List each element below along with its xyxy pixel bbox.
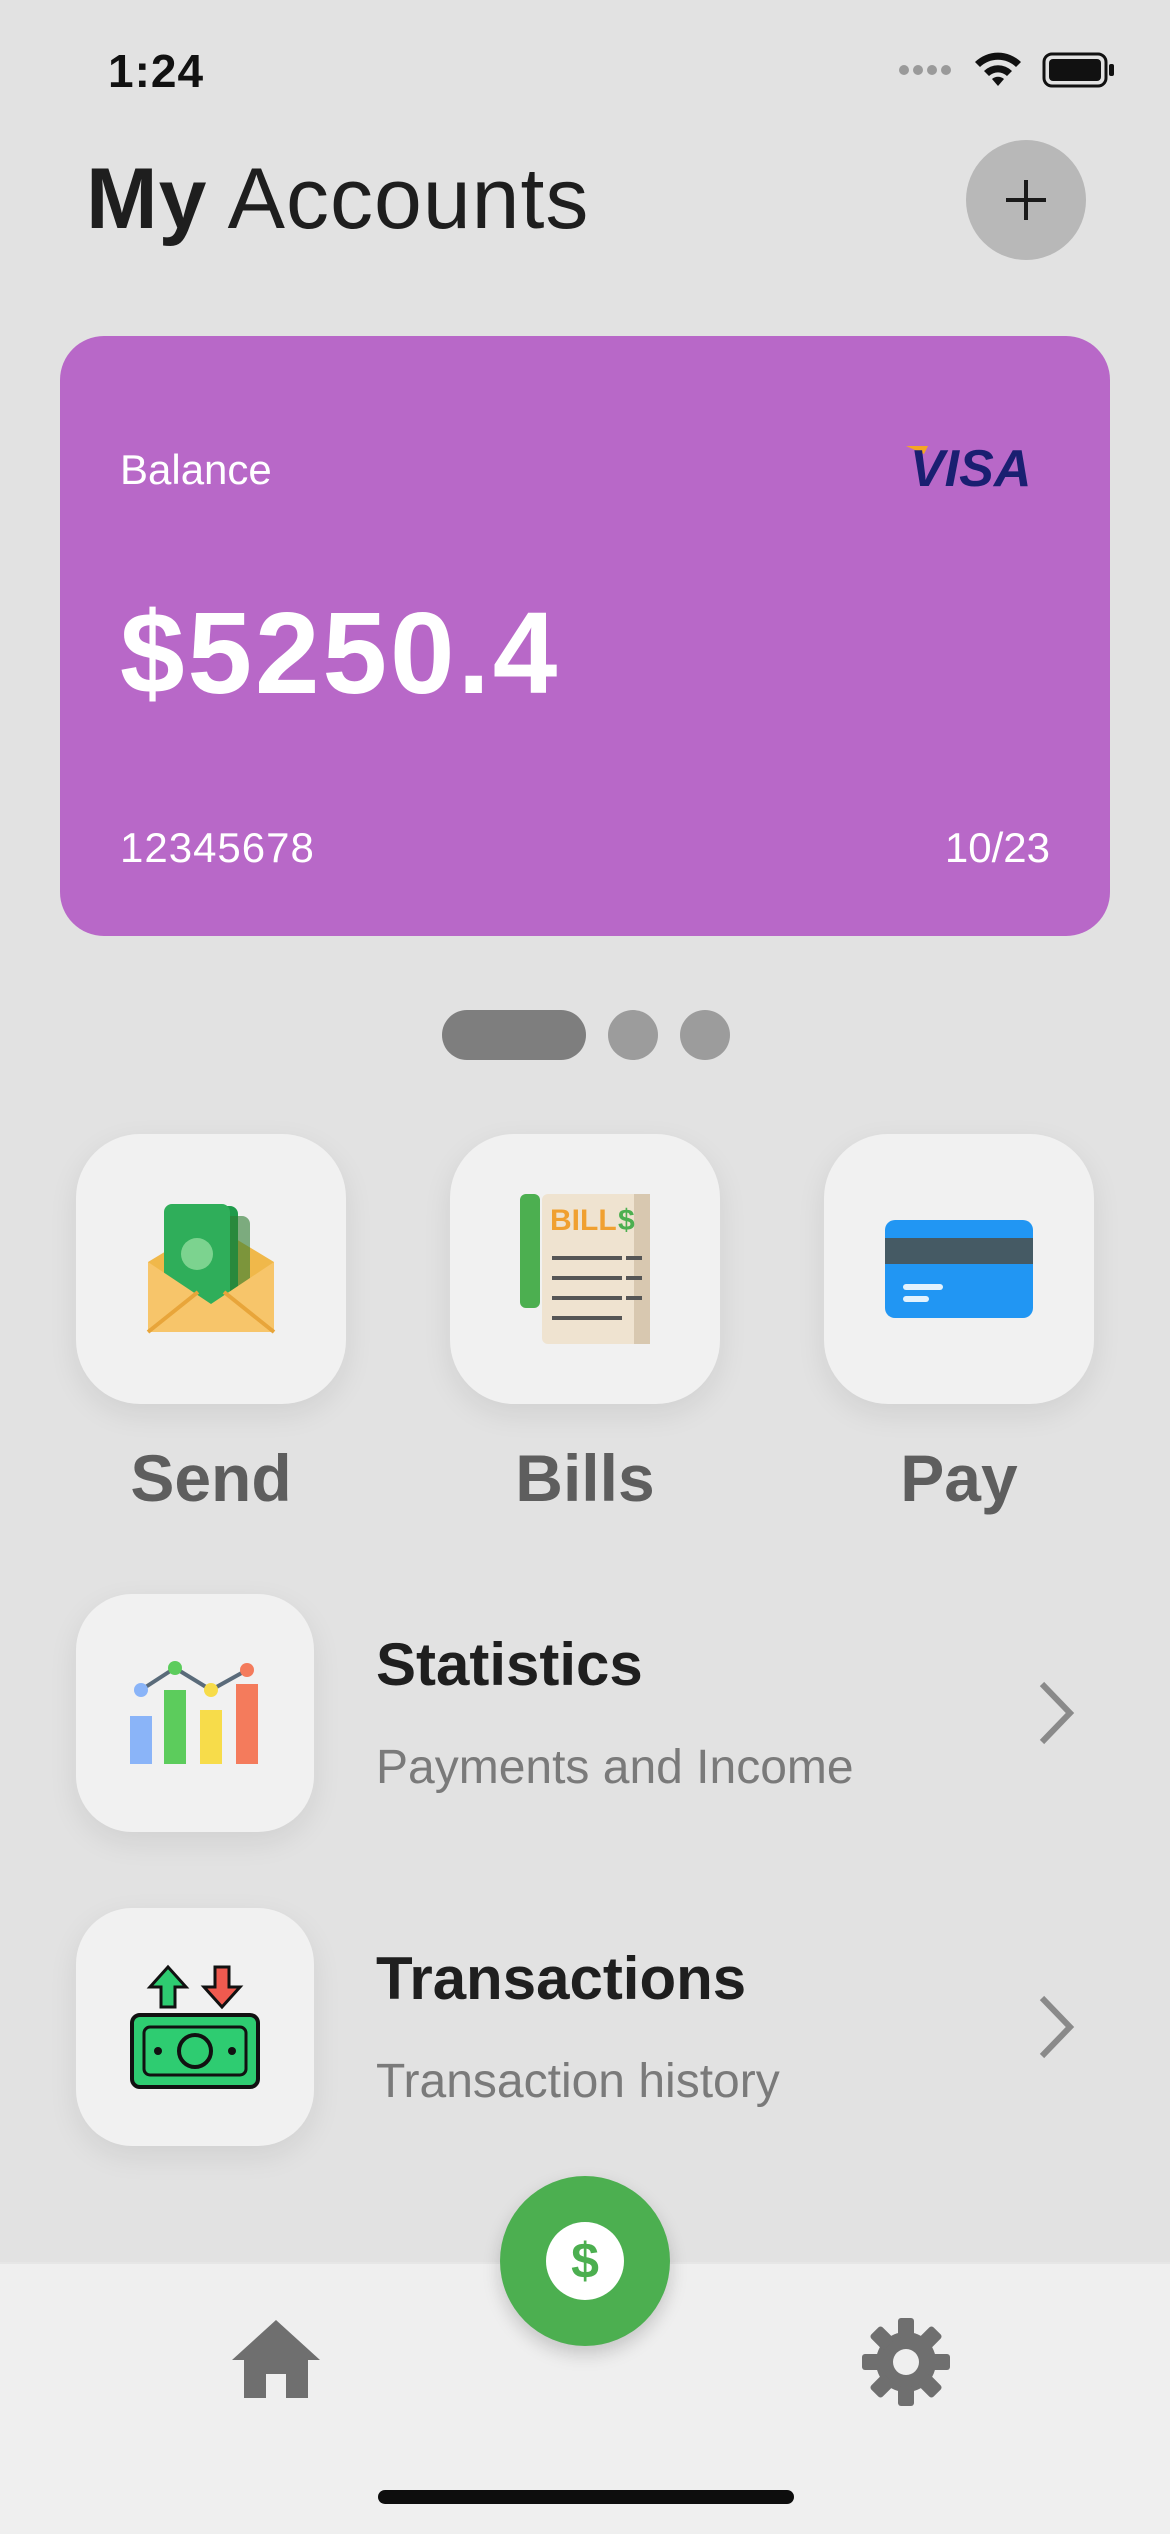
pager-dot-active[interactable] [442,1010,586,1060]
bills-button[interactable]: BILL $ [450,1134,720,1404]
pay-label: Pay [900,1441,1018,1515]
chevron-right-icon[interactable] [1036,1680,1076,1746]
bills-label: Bills [515,1441,655,1515]
page-title-bold: My [86,151,208,247]
bar-chart-icon [130,1661,258,1764]
home-icon[interactable] [230,2318,322,2400]
money-transfer-icon [130,1964,260,2089]
account-card[interactable]: Balance VISA $5250.4 12345678 10/23 [60,336,1110,936]
visa-logo: VISA [902,440,1052,498]
battery-icon [1042,52,1114,88]
dollar-icon: $ [546,2222,624,2300]
pager-dot[interactable] [680,1010,730,1060]
page-title: My Accounts [86,150,589,249]
transactions-subtitle: Transaction history [376,2055,780,2108]
svg-text:$: $ [571,2233,599,2289]
plus-icon [1006,180,1046,220]
status-icons [898,50,1116,90]
add-account-button[interactable] [966,140,1086,260]
balance-value: $5250.4 [120,588,561,718]
chevron-right-icon[interactable] [1036,1994,1076,2060]
statistics-subtitle: Payments and Income [376,1741,854,1794]
status-time: 1:24 [108,45,205,97]
pay-button[interactable] [824,1134,1094,1404]
wifi-icon [975,52,1021,86]
signal-dots-icon [899,65,951,75]
pager-dot[interactable] [608,1010,658,1060]
page-title-light: Accounts [227,151,590,247]
transactions-tile[interactable] [76,1908,314,2146]
send-label: Send [130,1441,292,1515]
dollar-fab-button[interactable]: $ [500,2176,670,2346]
gear-icon[interactable] [860,2316,952,2408]
card-expiry: 10/23 [944,824,1050,871]
svg-text:BILL: BILL [550,1204,617,1237]
transactions-title[interactable]: Transactions [376,1944,746,2013]
bill-receipt-icon: BILL $ [520,1194,650,1344]
money-envelope-icon [146,1204,276,1334]
statistics-title[interactable]: Statistics [376,1630,643,1699]
card-number: 12345678 [120,824,315,871]
home-indicator [378,2490,794,2504]
visa-logo-text: VISA [910,440,1031,492]
credit-card-icon [885,1220,1033,1318]
balance-label: Balance [120,446,272,493]
svg-text:$: $ [618,1204,635,1237]
send-button[interactable] [76,1134,346,1404]
statistics-tile[interactable] [76,1594,314,1832]
